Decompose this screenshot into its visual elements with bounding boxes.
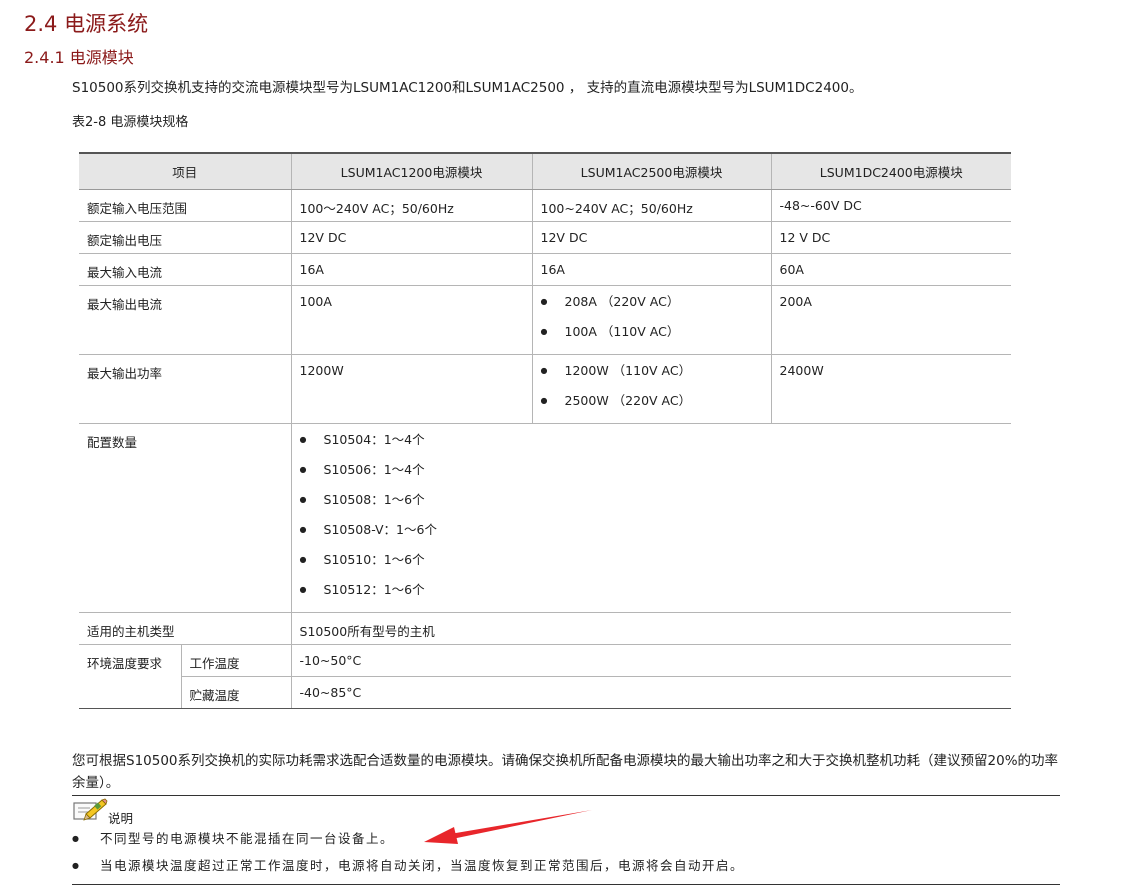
row-label: 最大输出电流 [79, 285, 292, 355]
list-item: S10508-V：1～6个 [300, 522, 1004, 552]
list-item: S10506：1～4个 [300, 462, 1004, 492]
table-header-row: 项目 LSUM1AC1200电源模块 LSUM1AC2500电源模块 LSUM1… [79, 152, 1012, 190]
header-ac1200: LSUM1AC1200电源模块 [290, 152, 533, 190]
list-item: S10508：1～6个 [300, 492, 1004, 522]
sub-label: 贮藏温度 [180, 676, 292, 709]
table-cell: 60A [770, 253, 1012, 286]
table-cell: 200A [770, 285, 1012, 355]
row-label: 配置数量 [79, 423, 292, 613]
table-cell: S10500所有型号的主机 [290, 612, 1012, 645]
table-row: 额定输出电压 12V DC 12V DC 12 V DC [79, 221, 1012, 254]
table-cell: S10504：1～4个 S10506：1～4个 S10508：1～6个 S105… [290, 423, 1012, 613]
subsection-title: 2.4.1 电源模块 [24, 48, 134, 67]
header-ac2500: LSUM1AC2500电源模块 [531, 152, 772, 190]
list-item: S10504：1～4个 [300, 432, 1004, 462]
table-cell: 208A （220V AC） 100A （110V AC） [531, 285, 772, 355]
table-cell: -40~85°C [290, 676, 1012, 709]
table-row: 额定输入电压范围 100～240V AC；50/60Hz 100~240V AC… [79, 189, 1012, 222]
table-cell: 12V DC [290, 221, 533, 254]
row-label: 最大输入电流 [79, 253, 292, 286]
table-cell: -48~-60V DC [770, 189, 1012, 222]
intro-text: S10500系列交换机支持的交流电源模块型号为LSUM1AC1200和LSUM1… [72, 80, 863, 96]
note-label: 说明 [108, 811, 134, 826]
annotation-arrow-icon [424, 810, 592, 844]
header-item: 项目 [79, 152, 292, 190]
table-cell: 100A [290, 285, 533, 355]
list-item: S10510：1～6个 [300, 552, 1004, 582]
list-item: 208A （220V AC） [541, 294, 763, 324]
bullet-dot: ● [72, 861, 79, 870]
table-row: 最大输出功率 1200W 1200W （110V AC） 2500W （220V… [79, 354, 1012, 424]
row-label: 最大输出功率 [79, 354, 292, 424]
bullet-list: 1200W （110V AC） 2500W （220V AC） [541, 363, 763, 423]
table-caption: 表2-8 电源模块规格 [72, 115, 189, 130]
note-text: 不同型号的电源模块不能混插在同一台设备上。 [100, 831, 395, 846]
note-item: ● 不同型号的电源模块不能混插在同一台设备上。 [72, 830, 394, 848]
note-bottom-divider [72, 884, 1060, 885]
note-pencil-icon [73, 798, 108, 821]
table-cell: 2400W [770, 354, 1012, 424]
table-cell: 1200W [290, 354, 533, 424]
table-row: 贮藏温度 -40~85°C [79, 676, 1012, 709]
note-item: ● 当电源模块温度超过正常工作温度时，电源将自动关闭，当温度恢复到正常范围后，电… [72, 857, 744, 875]
table-row: 最大输入电流 16A 16A 60A [79, 253, 1012, 286]
list-item: S10512：1～6个 [300, 582, 1004, 612]
row-label: 环境温度要求 [79, 644, 181, 709]
table-cell: 100～240V AC；50/60Hz [290, 189, 533, 222]
table-row: 适用的主机类型 S10500所有型号的主机 [79, 612, 1012, 645]
row-label: 适用的主机类型 [79, 612, 292, 645]
list-item: 100A （110V AC） [541, 324, 763, 354]
power-module-spec-table: 项目 LSUM1AC1200电源模块 LSUM1AC2500电源模块 LSUM1… [79, 152, 1012, 709]
table-cell: 12V DC [531, 221, 772, 254]
table-cell: 16A [290, 253, 533, 286]
table-cell: 12 V DC [770, 221, 1012, 254]
table-row: 最大输出电流 100A 208A （220V AC） 100A （110V AC… [79, 285, 1012, 355]
table-cell: -10~50°C [290, 644, 1012, 677]
table-cell: 16A [531, 253, 772, 286]
note-top-divider [72, 795, 1060, 796]
table-row: 环境温度要求 工作温度 -10~50°C [79, 644, 1012, 709]
bullet-list: 208A （220V AC） 100A （110V AC） [541, 294, 763, 354]
row-label: 额定输出电压 [79, 221, 292, 254]
header-dc2400: LSUM1DC2400电源模块 [770, 152, 1012, 190]
recommendation-paragraph: 您可根据S10500系列交换机的实际功耗需求选配合适数量的电源模块。请确保交换机… [72, 753, 1059, 791]
section-title: 2.4 电源系统 [24, 12, 149, 36]
list-item: 2500W （220V AC） [541, 393, 763, 423]
note-text: 当电源模块温度超过正常工作温度时，电源将自动关闭，当温度恢复到正常范围后，电源将… [100, 858, 745, 873]
table-cell: 100~240V AC；50/60Hz [531, 189, 772, 222]
table-cell: 1200W （110V AC） 2500W （220V AC） [531, 354, 772, 424]
bullet-dot: ● [72, 834, 79, 843]
bullet-list: S10504：1～4个 S10506：1～4个 S10508：1～6个 S105… [300, 432, 1004, 612]
list-item: 1200W （110V AC） [541, 363, 763, 393]
sub-label: 工作温度 [180, 644, 292, 677]
table-row: 配置数量 S10504：1～4个 S10506：1～4个 S10508：1～6个… [79, 423, 1012, 613]
row-label: 额定输入电压范围 [79, 189, 292, 222]
